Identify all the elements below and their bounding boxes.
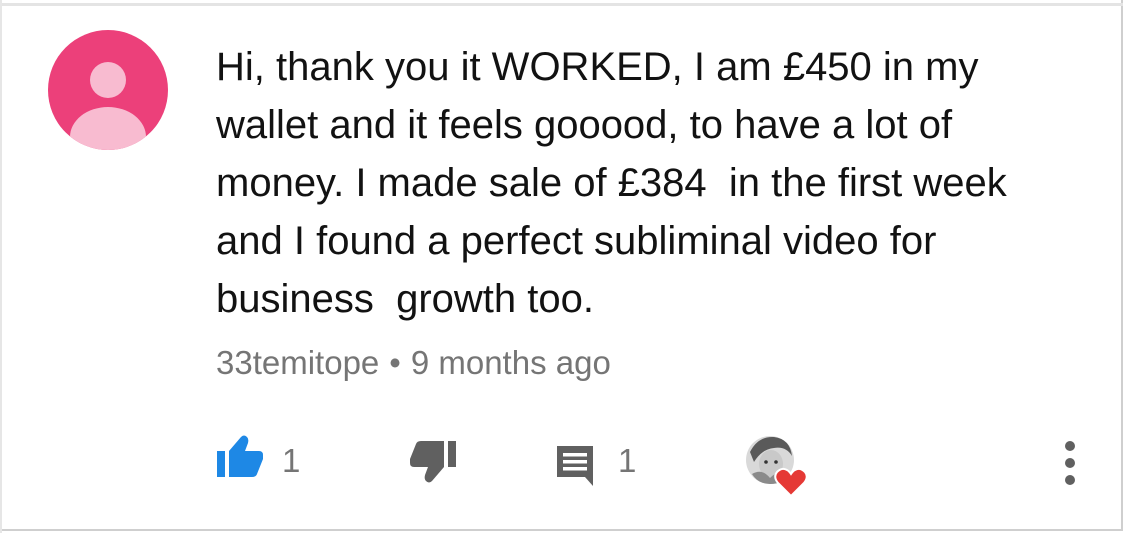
comment-meta: 33temitope • 9 months ago — [216, 344, 611, 382]
like-count: 1 — [282, 442, 301, 479]
meta-separator: • — [389, 344, 401, 381]
default-avatar-icon — [48, 30, 168, 150]
comment-icon — [557, 446, 593, 486]
comment-body: Hi, thank you it WORKED, I am £450 in my… — [216, 45, 1007, 321]
heart-icon — [774, 467, 808, 497]
thumbs-up-icon — [217, 435, 263, 477]
comment-timestamp[interactable]: 9 months ago — [411, 344, 611, 381]
comment-action-bar: 1 1 — [0, 420, 1125, 510]
dislike-button[interactable] — [409, 440, 459, 490]
like-button[interactable] — [216, 434, 266, 484]
creator-heart-badge — [744, 434, 808, 498]
top-divider — [0, 3, 1123, 6]
thumbs-down-icon — [410, 441, 456, 483]
comment-card: Hi, thank you it WORKED, I am £450 in my… — [0, 0, 1125, 533]
more-options-button[interactable] — [1058, 438, 1082, 488]
avatar[interactable] — [48, 30, 168, 150]
more-vertical-icon — [1065, 441, 1075, 485]
comment-author[interactable]: 33temitope — [216, 344, 379, 381]
reply-count: 1 — [618, 442, 637, 479]
reply-button[interactable] — [555, 444, 599, 488]
